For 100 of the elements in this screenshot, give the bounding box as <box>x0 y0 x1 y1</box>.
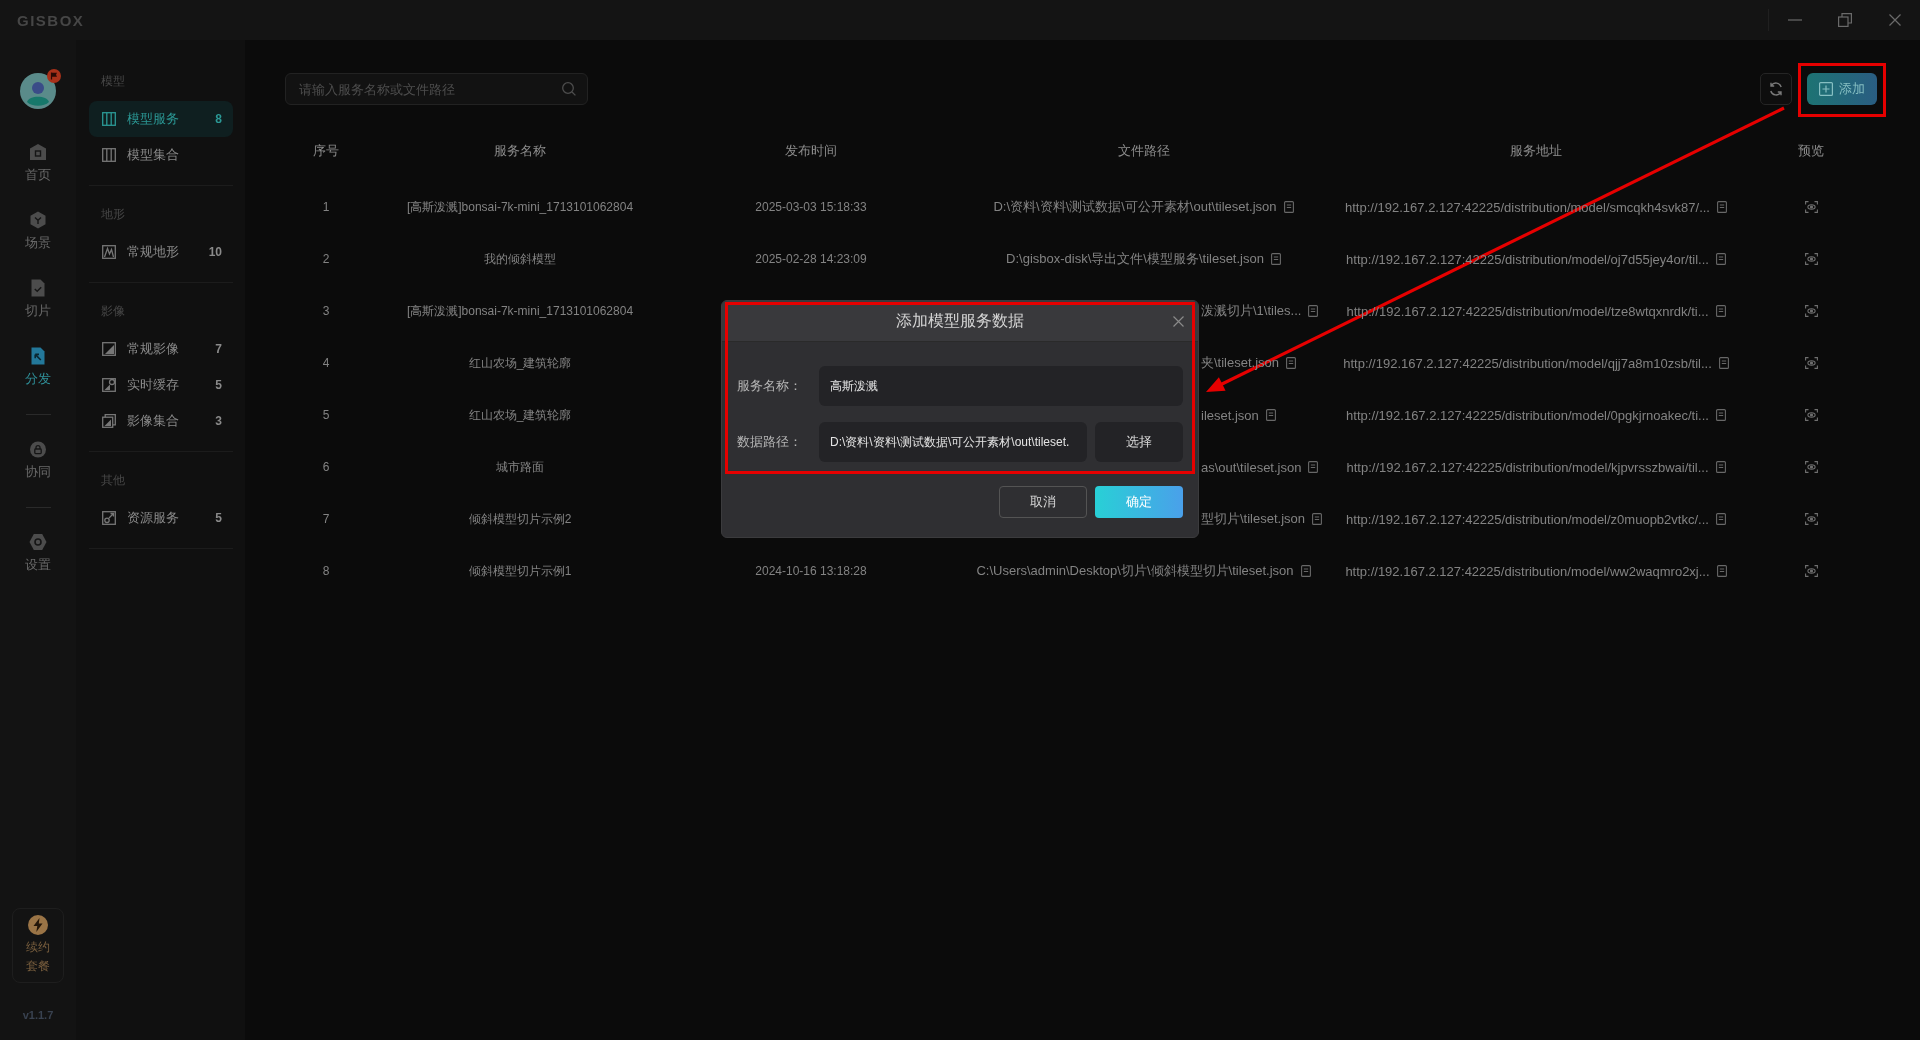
columns-icon <box>102 148 116 162</box>
copy-icon[interactable] <box>1270 253 1281 265</box>
service-name: 红山农场_建筑轮廓 <box>468 406 572 424</box>
row-index: 3 <box>322 304 330 318</box>
copy-icon[interactable] <box>1312 513 1323 525</box>
add-button[interactable]: 添加 <box>1807 73 1877 105</box>
copy-icon[interactable] <box>1715 253 1726 265</box>
copy-icon[interactable] <box>1715 305 1726 317</box>
flag-badge-icon <box>47 69 61 83</box>
service-url[interactable]: http://192.167.2.127:42225/distribution/model/ww2waqmro2xj... <box>1345 563 1710 579</box>
row-index: 6 <box>322 460 330 474</box>
copy-icon[interactable] <box>1715 461 1726 473</box>
input-field[interactable]: D:\资料\资料\测试数据\可公开素材\out\tileset. <box>819 422 1087 462</box>
preview-icon[interactable] <box>1804 357 1818 369</box>
stacked-images-icon <box>102 414 116 428</box>
row-index: 8 <box>322 564 330 578</box>
preview-icon[interactable] <box>1804 461 1818 473</box>
copy-icon[interactable] <box>1716 565 1727 577</box>
file-path: D:\资料\资料\测试数据\可公开素材\out\tileset.json <box>993 198 1277 216</box>
row-index: 5 <box>322 408 330 422</box>
sidebar-item[interactable]: 常规地形 10 <box>89 234 233 270</box>
preview-icon[interactable] <box>1804 409 1818 421</box>
service-name: [高斯泼溅]bonsai-7k-mini_1713101062804 <box>406 198 634 216</box>
row-index: 1 <box>322 200 330 214</box>
column-header: 文件路径 <box>1117 142 1170 160</box>
item-count: 5 <box>215 511 222 525</box>
avatar-icon[interactable] <box>20 73 56 109</box>
item-count: 7 <box>215 342 222 356</box>
file-path: 泼溅切片\1\tiles... <box>1201 302 1302 320</box>
refresh-icon <box>1768 81 1784 97</box>
rail-nav-item[interactable]: 场景 <box>8 197 68 265</box>
service-name: 城市路面 <box>496 458 544 476</box>
copy-icon[interactable] <box>1715 409 1726 421</box>
search-icon[interactable] <box>562 82 576 96</box>
close-icon[interactable] <box>1889 14 1901 26</box>
file-path: ileset.json <box>1201 407 1259 423</box>
preview-icon[interactable] <box>1804 201 1818 213</box>
preview-icon[interactable] <box>1804 253 1818 265</box>
sidebar-item[interactable]: 模型集合 <box>89 137 233 173</box>
document-check-icon <box>29 279 47 297</box>
file-path: C:\Users\admin\Desktop\切片\倾斜模型切片\tileset.json <box>976 562 1294 580</box>
column-header: 序号 <box>313 142 339 160</box>
rail-nav-item[interactable]: 协同 <box>8 426 68 494</box>
plus-square-icon <box>1819 82 1833 96</box>
preview-icon[interactable] <box>1804 305 1818 317</box>
sidebar-item[interactable]: 资源服务 5 <box>89 500 233 536</box>
service-name: 倾斜模型切片示例1 <box>468 562 572 580</box>
copy-icon[interactable] <box>1715 513 1726 525</box>
row-index: 7 <box>322 512 330 526</box>
copy-icon[interactable] <box>1283 201 1294 213</box>
refresh-button[interactable] <box>1760 73 1792 105</box>
terrain-icon <box>102 245 116 259</box>
preview-icon[interactable] <box>1804 565 1818 577</box>
file-path: as\out\tileset.json <box>1201 459 1302 475</box>
publish-time: 2025-02-28 14:23:09 <box>755 252 867 266</box>
copy-icon[interactable] <box>1265 409 1276 421</box>
column-header: 发布时间 <box>785 142 837 160</box>
house-icon <box>29 143 47 161</box>
rail-nav-item[interactable]: 首页 <box>8 129 68 197</box>
sidebar-item[interactable]: 模型服务 8 <box>89 101 233 137</box>
column-header: 服务地址 <box>1510 142 1562 160</box>
service-url[interactable]: http://192.167.2.127:42225/distribution/model/kjpvrsszbwai/til... <box>1346 459 1709 475</box>
column-header: 预览 <box>1798 142 1824 160</box>
item-count: 3 <box>215 414 222 428</box>
service-url[interactable]: http://192.167.2.127:42225/distribution/model/0pgkjrnoakec/ti... <box>1346 407 1709 423</box>
sidebar-item[interactable]: 影像集合 3 <box>89 403 233 439</box>
renew-plan-button[interactable]: 续约套餐 <box>12 908 64 983</box>
preview-icon[interactable] <box>1804 513 1818 525</box>
copy-icon[interactable] <box>1308 461 1319 473</box>
service-name: 倾斜模型切片示例2 <box>468 510 572 528</box>
lock-icon <box>29 440 47 458</box>
choose-button[interactable]: 选择 <box>1095 422 1183 462</box>
columns-icon <box>102 112 116 126</box>
row-index: 2 <box>322 252 330 266</box>
sidebar-item[interactable]: 常规影像 7 <box>89 331 233 367</box>
service-url[interactable]: http://192.167.2.127:42225/distribution/model/z0muopb2vtkc/... <box>1346 511 1709 527</box>
publish-time: 2025-03-03 15:18:33 <box>755 200 867 214</box>
rail-nav-item[interactable]: 切片 <box>8 265 68 333</box>
close-icon[interactable] <box>1172 315 1184 327</box>
document-arrow-icon <box>29 347 47 365</box>
copy-icon[interactable] <box>1286 357 1297 369</box>
rail-nav-item[interactable]: 设置 <box>8 519 68 587</box>
restore-icon[interactable] <box>1838 13 1852 27</box>
file-path: 型切片\tileset.json <box>1201 510 1306 528</box>
item-count: 8 <box>215 112 222 126</box>
cancel-button[interactable]: 取消 <box>999 486 1087 518</box>
dialog-title: 添加模型服务数据 <box>896 310 1024 331</box>
column-header: 服务名称 <box>494 142 546 160</box>
copy-icon[interactable] <box>1300 565 1311 577</box>
settings-icon <box>29 533 47 551</box>
input-field[interactable]: 高斯泼溅 <box>819 366 1183 406</box>
version-label: v1.1.7 <box>22 1008 54 1022</box>
sidebar-item[interactable]: 实时缓存 5 <box>89 367 233 403</box>
copy-icon[interactable] <box>1716 201 1727 213</box>
publish-time: 2024-10-16 13:18:28 <box>755 564 867 578</box>
rail-nav-item[interactable]: 分发 <box>8 333 68 401</box>
service-url[interactable]: http://192.167.2.127:42225/distribution/model/qjj7a8m10zsb/til... <box>1343 355 1712 371</box>
copy-icon[interactable] <box>1308 305 1319 317</box>
copy-icon[interactable] <box>1718 357 1729 369</box>
item-count: 5 <box>215 378 222 392</box>
